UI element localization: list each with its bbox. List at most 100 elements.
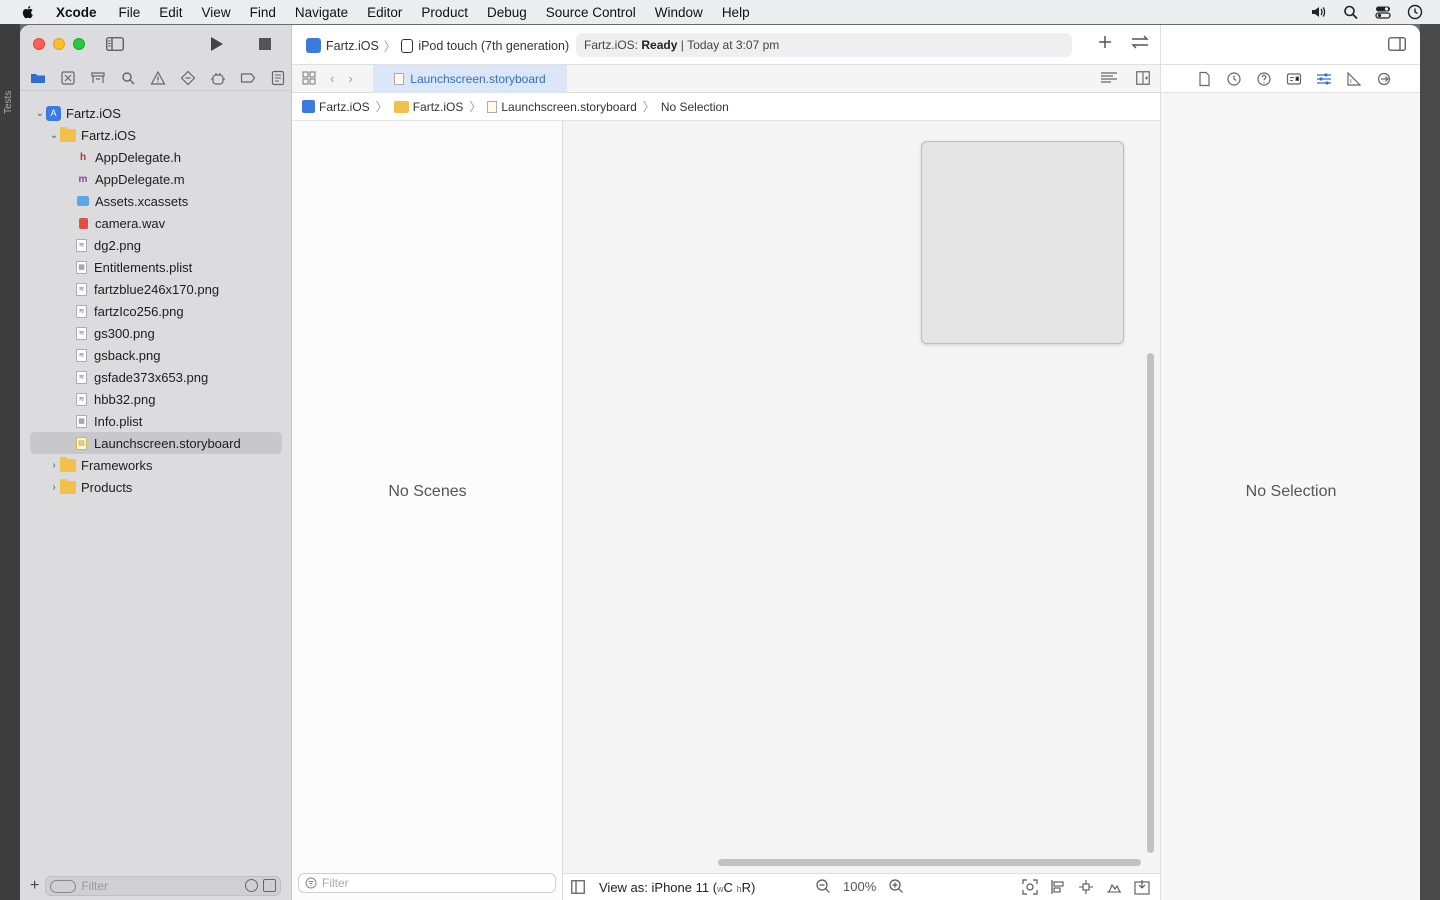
tree-item-file[interactable]: Assets.xcassets xyxy=(30,190,282,212)
tab-label: Launchscreen.storyboard xyxy=(410,72,546,86)
menu-file[interactable]: File xyxy=(119,5,141,20)
tree-item-group[interactable]: › Products xyxy=(30,476,282,498)
menu-view[interactable]: View xyxy=(202,5,231,20)
file-inspector-icon[interactable] xyxy=(1196,71,1212,87)
jumpbar-item[interactable]: Fartz.iOS xyxy=(413,100,464,114)
tree-item-file[interactable]: ≋ dg2.png xyxy=(30,234,282,256)
apple-logo-icon[interactable] xyxy=(20,4,36,20)
menu-app-name[interactable]: Xcode xyxy=(56,5,97,20)
close-window-button[interactable] xyxy=(33,38,45,50)
add-file-icon[interactable]: + xyxy=(30,877,39,895)
time-machine-icon[interactable] xyxy=(1406,4,1424,20)
menu-debug[interactable]: Debug xyxy=(487,5,527,20)
tab-navigation: ‹ › xyxy=(302,71,353,86)
control-center-icon[interactable] xyxy=(1374,4,1392,20)
connections-inspector-icon[interactable] xyxy=(1376,71,1392,87)
tree-item-file[interactable]: ≋ gsback.png xyxy=(30,344,282,366)
menu-window[interactable]: Window xyxy=(655,5,703,20)
vertical-scrollbar[interactable] xyxy=(1147,353,1154,853)
view-as-device-button[interactable]: View as: iPhone 11 (wC hR) xyxy=(599,880,755,895)
stop-icon[interactable] xyxy=(259,38,271,50)
editor-tab-bar: ‹ › Launchscreen.storyboard xyxy=(292,65,1160,93)
breakpoint-navigator-icon[interactable] xyxy=(240,70,256,86)
tree-item-file-selected[interactable]: ▤ Launchscreen.storyboard xyxy=(30,432,282,454)
chevron-down-icon[interactable]: ⌄ xyxy=(34,107,46,119)
toggle-navigator-icon[interactable] xyxy=(106,37,124,51)
scm-filter-icon[interactable] xyxy=(263,879,277,892)
menu-editor[interactable]: Editor xyxy=(367,5,402,20)
forward-arrow-icon[interactable]: › xyxy=(348,71,352,86)
scheme-selector[interactable]: Fartz.iOS 〉 iPod touch (7th generation) xyxy=(306,36,569,55)
tree-item-file[interactable]: ≋ gsfade373x653.png xyxy=(30,366,282,388)
volume-icon[interactable] xyxy=(1310,4,1328,20)
back-arrow-icon[interactable]: ‹ xyxy=(330,71,334,86)
chevron-down-icon[interactable]: ⌄ xyxy=(48,129,60,141)
history-inspector-icon[interactable] xyxy=(1226,71,1242,87)
jumpbar-item[interactable]: No Selection xyxy=(661,100,729,114)
test-navigator-icon[interactable] xyxy=(180,70,196,86)
size-inspector-icon[interactable] xyxy=(1346,71,1362,87)
help-inspector-icon[interactable] xyxy=(1256,71,1272,87)
related-items-icon[interactable] xyxy=(302,71,316,85)
horizontal-scrollbar[interactable] xyxy=(718,859,1141,866)
symbol-navigator-icon[interactable] xyxy=(90,70,106,86)
tree-item-project[interactable]: ⌄ A Fartz.iOS xyxy=(30,102,282,124)
issue-navigator-icon[interactable] xyxy=(150,70,166,86)
menu-navigate[interactable]: Navigate xyxy=(295,5,348,20)
run-icon[interactable] xyxy=(210,36,224,52)
chevron-right-icon[interactable]: › xyxy=(48,459,60,471)
find-navigator-icon[interactable] xyxy=(120,70,136,86)
tree-item-group[interactable]: › Frameworks xyxy=(30,454,282,476)
tree-item-file[interactable]: ≋ fartzIco256.png xyxy=(30,300,282,322)
zoom-in-icon[interactable] xyxy=(888,878,904,894)
report-navigator-icon[interactable] xyxy=(270,70,286,86)
toggle-outline-icon[interactable] xyxy=(571,880,585,894)
align-icon[interactable] xyxy=(1050,879,1066,895)
storyboard-canvas[interactable] xyxy=(563,121,1160,873)
menu-help[interactable]: Help xyxy=(722,5,750,20)
tree-item-group[interactable]: ⌄ Fartz.iOS xyxy=(30,124,282,146)
zoom-out-icon[interactable] xyxy=(815,878,831,894)
zoom-level[interactable]: 100% xyxy=(843,879,876,894)
recent-files-icon[interactable] xyxy=(245,879,259,892)
tree-item-label: camera.wav xyxy=(95,215,166,231)
outline-filter-field[interactable]: Filter xyxy=(298,873,556,893)
identity-inspector-icon[interactable] xyxy=(1286,71,1302,87)
filter-options-icon[interactable] xyxy=(50,879,77,893)
source-control-navigator-icon[interactable] xyxy=(60,70,76,86)
minimize-window-button[interactable] xyxy=(53,38,65,50)
editor-options-icon[interactable] xyxy=(1100,71,1118,85)
jumpbar-item[interactable]: Fartz.iOS xyxy=(319,100,370,114)
tree-item-file[interactable]: ▦ Entitlements.plist xyxy=(30,256,282,278)
menu-edit[interactable]: Edit xyxy=(159,5,182,20)
chevron-right-icon[interactable]: › xyxy=(48,481,60,493)
debug-navigator-icon[interactable] xyxy=(210,70,226,86)
resolve-issues-icon[interactable] xyxy=(1106,879,1122,895)
zoom-window-button[interactable] xyxy=(73,38,85,50)
menu-product[interactable]: Product xyxy=(421,5,468,20)
menu-source-control[interactable]: Source Control xyxy=(546,5,636,20)
tree-item-file[interactable]: m AppDelegate.m xyxy=(30,168,282,190)
attributes-inspector-icon[interactable] xyxy=(1316,71,1332,87)
jumpbar-item[interactable]: Launchscreen.storyboard xyxy=(501,100,636,114)
add-constraints-icon[interactable] xyxy=(1078,879,1094,895)
folder-navigator-icon[interactable] xyxy=(30,70,46,86)
tree-item-file[interactable]: ≋ fartzblue246x170.png xyxy=(30,278,282,300)
code-review-icon[interactable] xyxy=(1130,35,1150,49)
embed-in-icon[interactable] xyxy=(1134,879,1150,895)
spotlight-search-icon[interactable] xyxy=(1342,4,1360,20)
toggle-inspector-icon[interactable] xyxy=(1388,37,1406,51)
navigator-filter-field[interactable]: Filter xyxy=(45,876,282,896)
tree-item-file[interactable]: ▦ Info.plist xyxy=(30,410,282,432)
tree-item-file[interactable]: ≋ hbb32.png xyxy=(30,388,282,410)
tree-item-file[interactable]: camera.wav xyxy=(30,212,282,234)
tab-launchscreen[interactable]: Launchscreen.storyboard xyxy=(373,65,567,93)
tests-strip: Tests xyxy=(0,24,20,900)
tree-item-file[interactable]: ≋ gs300.png xyxy=(30,322,282,344)
update-frames-icon[interactable] xyxy=(1022,879,1038,895)
navigator-footer: + Filter xyxy=(20,872,292,900)
library-plus-icon[interactable] xyxy=(1098,35,1112,49)
add-editor-icon[interactable] xyxy=(1136,71,1150,85)
menu-find[interactable]: Find xyxy=(250,5,276,20)
tree-item-file[interactable]: h AppDelegate.h xyxy=(30,146,282,168)
